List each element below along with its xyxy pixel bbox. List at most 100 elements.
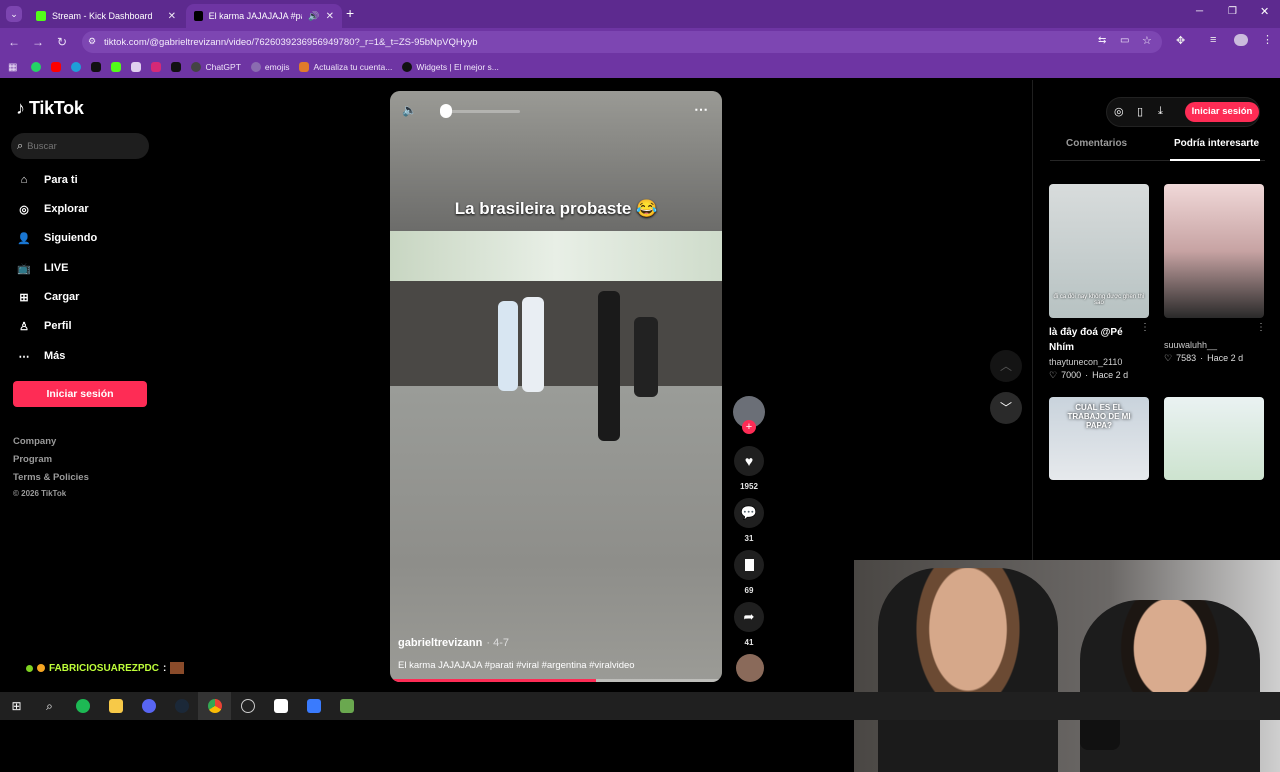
next-video-button[interactable]: ﹀ bbox=[990, 392, 1022, 424]
instagram-icon[interactable] bbox=[151, 62, 162, 72]
edge-icon[interactable] bbox=[71, 62, 82, 72]
footer-program[interactable]: Program bbox=[13, 454, 52, 465]
coin-icon[interactable]: ◎ bbox=[1114, 105, 1124, 118]
minecraft-icon[interactable] bbox=[330, 692, 363, 720]
spotify-icon[interactable] bbox=[66, 692, 99, 720]
apps-icon[interactable]: ▦ bbox=[8, 62, 17, 73]
suggested-user[interactable]: thaytunecon_2110 bbox=[1049, 357, 1122, 367]
tiktok-bookmark-icon[interactable] bbox=[91, 62, 102, 72]
save-button[interactable] bbox=[734, 550, 764, 580]
tab-comentarios[interactable]: Comentarios bbox=[1066, 138, 1127, 149]
reload-icon[interactable]: ↻ bbox=[50, 35, 74, 49]
share-count: 41 bbox=[744, 638, 754, 647]
widgets-icon bbox=[402, 62, 413, 72]
nav-explorar[interactable]: ◎ Explorar bbox=[16, 201, 88, 217]
volume-slider[interactable] bbox=[440, 110, 520, 113]
download-icon[interactable]: ⤓ bbox=[1158, 105, 1163, 118]
cast-icon[interactable]: ▭ bbox=[1120, 35, 1129, 46]
nav-para-ti[interactable]: ⌂ Para ti bbox=[16, 172, 78, 188]
suggested-user[interactable]: suuwaluhh__ bbox=[1164, 340, 1217, 350]
minimize-icon[interactable]: ─ bbox=[1196, 6, 1203, 17]
nav-cargar[interactable]: ⊞ Cargar bbox=[16, 289, 79, 305]
bookmark-star-icon[interactable]: ☆ bbox=[1142, 34, 1152, 47]
tab-podria-interesarte[interactable]: Podría interesarte bbox=[1174, 138, 1259, 149]
comment-button[interactable]: 💬 bbox=[734, 498, 764, 528]
follow-plus-icon[interactable]: + bbox=[742, 420, 756, 434]
forward-icon[interactable]: → bbox=[26, 35, 50, 49]
tab-kick-dashboard[interactable]: Stream - Kick Dashboard ✕ bbox=[28, 4, 184, 28]
whatsapp-icon[interactable] bbox=[31, 62, 42, 72]
like-button[interactable]: ♥ bbox=[734, 446, 764, 476]
author-name[interactable]: gabrieltrevizann bbox=[398, 637, 482, 649]
nav-siguiendo[interactable]: 👤 Siguiendo bbox=[16, 230, 97, 246]
music-disc[interactable] bbox=[736, 654, 764, 682]
audio-icon[interactable]: 🔊 bbox=[308, 11, 319, 22]
suggested-video[interactable]: đi ca đôi nay không được ghen thì sao bbox=[1049, 184, 1149, 318]
taskbar-search-icon[interactable]: ⌕ bbox=[33, 692, 66, 720]
close-icon[interactable]: ✕ bbox=[326, 11, 334, 22]
site-info-icon[interactable]: ⚙ bbox=[88, 36, 96, 47]
more-options-icon[interactable]: ⋯ bbox=[694, 101, 708, 118]
nav-live[interactable]: 📺 LIVE bbox=[16, 260, 68, 276]
suggested-caption[interactable]: là đây đoá @Pé Nhím bbox=[1049, 325, 1141, 355]
x-icon[interactable] bbox=[171, 62, 182, 72]
badge-icon bbox=[37, 664, 45, 672]
profile-avatar[interactable] bbox=[1234, 34, 1248, 46]
nav-mas[interactable]: ⋯ Más bbox=[16, 348, 66, 364]
browser-menu-icon[interactable]: ⋮ bbox=[1262, 33, 1273, 46]
youtube-icon[interactable] bbox=[51, 62, 62, 72]
nav-perfil[interactable]: ♙ Perfil bbox=[16, 318, 71, 334]
comment-count: 31 bbox=[744, 534, 754, 543]
kick-bookmark-icon[interactable] bbox=[111, 62, 122, 72]
back-icon[interactable]: ← bbox=[2, 35, 26, 49]
file-explorer-icon[interactable] bbox=[99, 692, 132, 720]
footer-terms[interactable]: Terms & Policies bbox=[13, 472, 89, 483]
extensions-icon[interactable]: ✥ bbox=[1176, 34, 1185, 47]
previous-video-button[interactable]: ︿ bbox=[990, 350, 1022, 382]
tab-tiktok[interactable]: El karma JAJAJAJA #parati 🔊 ✕ bbox=[186, 4, 342, 28]
windows-start-icon[interactable]: ⊞ bbox=[0, 692, 33, 720]
footer-company[interactable]: Company bbox=[13, 436, 56, 447]
share-button[interactable]: ➦ bbox=[734, 602, 764, 632]
steam-icon[interactable] bbox=[165, 692, 198, 720]
obs-icon[interactable] bbox=[231, 692, 264, 720]
discord-icon[interactable] bbox=[132, 692, 165, 720]
volume-thumb[interactable] bbox=[440, 104, 452, 118]
device-icon[interactable]: ▯ bbox=[1137, 105, 1143, 118]
search-input[interactable] bbox=[27, 140, 128, 152]
video-progress-track[interactable] bbox=[390, 679, 722, 682]
bookmark-actualiza[interactable]: Actualiza tu cuenta... bbox=[299, 62, 392, 72]
post-time: Hace 2 d bbox=[1092, 370, 1129, 380]
media-control-icon[interactable]: ≡ bbox=[1210, 34, 1216, 46]
bookmark-chatgpt[interactable]: ChatGPT bbox=[191, 62, 241, 72]
suggested-video[interactable] bbox=[1164, 397, 1264, 480]
search-box[interactable]: ⌕ bbox=[11, 133, 149, 159]
roblox-icon[interactable] bbox=[297, 692, 330, 720]
video-author[interactable]: gabrieltrevizann · 4-7 bbox=[398, 637, 509, 649]
login-button[interactable]: Iniciar sesión bbox=[13, 381, 147, 407]
new-tab-button[interactable]: + bbox=[346, 5, 354, 21]
heart-outline-icon: ♡ bbox=[1049, 370, 1058, 380]
more-icon[interactable]: ⋮ bbox=[1256, 322, 1266, 333]
capcut-icon[interactable] bbox=[264, 692, 297, 720]
window-close-icon[interactable]: ✕ bbox=[1260, 5, 1269, 18]
bookmark-emojis[interactable]: emojis bbox=[250, 62, 289, 72]
mail-icon[interactable] bbox=[131, 62, 142, 72]
panel-login-button[interactable]: Iniciar sesión bbox=[1185, 102, 1259, 122]
restore-icon[interactable]: ❐ bbox=[1228, 6, 1237, 17]
video-player[interactable]: 🔈 ⋯ La brasileira probaste 😂 gabrieltrev… bbox=[390, 91, 722, 682]
close-icon[interactable]: ✕ bbox=[168, 11, 176, 22]
translate-icon[interactable]: ⇆ bbox=[1098, 35, 1106, 46]
tiktok-page: ♪ TikTok ⌕ ⌂ Para ti ◎ Explorar 👤 Siguiendo… bbox=[0, 80, 1280, 772]
tab-search-button[interactable]: ⌄ bbox=[6, 6, 22, 22]
volume-icon[interactable]: 🔈 bbox=[402, 103, 417, 117]
chrome-icon[interactable] bbox=[198, 692, 231, 720]
suggested-video[interactable]: CUAL ES EL TRABAJO DE MI PAPA? bbox=[1049, 397, 1149, 480]
suggested-video[interactable] bbox=[1164, 184, 1264, 318]
address-bar[interactable]: ⚙ tiktok.com/@gabrieltrevizann/video/762… bbox=[82, 31, 1162, 53]
chatgpt-icon bbox=[191, 62, 202, 72]
bookmark-widgets[interactable]: Widgets | El mejor s... bbox=[402, 62, 499, 72]
compass-icon: ◎ bbox=[19, 203, 29, 216]
more-icon[interactable]: ⋮ bbox=[1140, 322, 1150, 333]
tiktok-logo[interactable]: ♪ TikTok bbox=[16, 98, 84, 119]
